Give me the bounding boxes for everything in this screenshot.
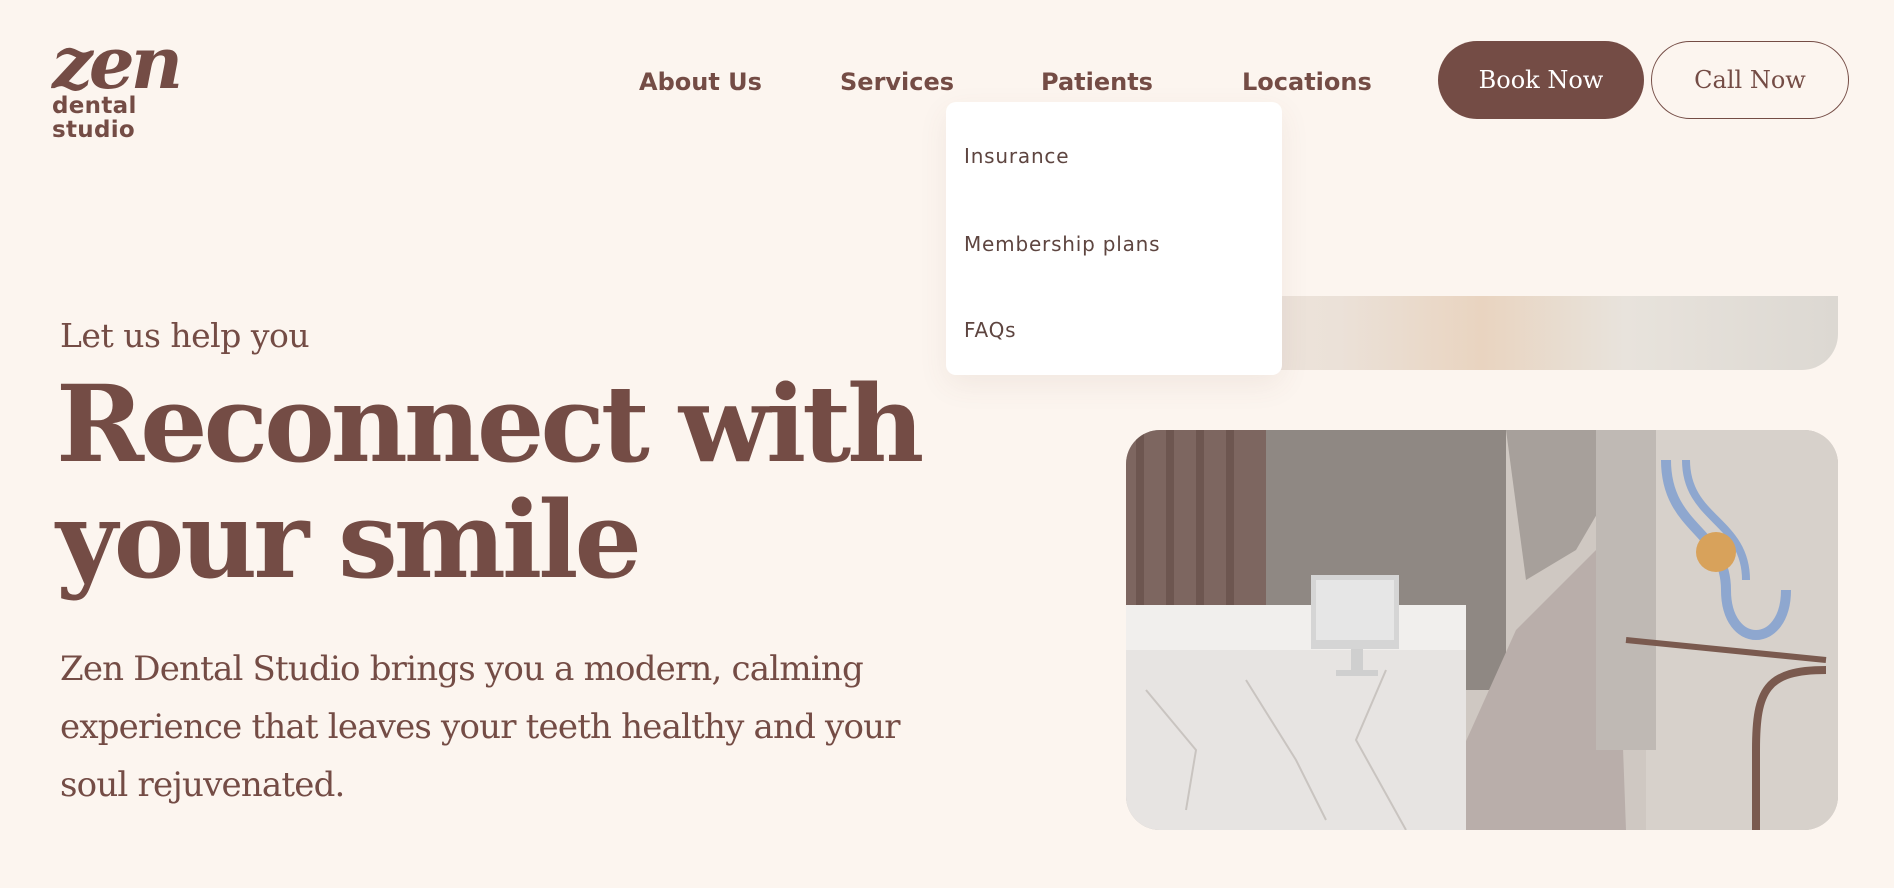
hero-lead-paragraph: Zen Dental Studio brings you a modern, c… (60, 649, 900, 805)
hero-next-paragraph-cutoff (60, 872, 960, 888)
partial-text-line (60, 872, 960, 888)
nav-item-about-us[interactable]: About Us (639, 68, 762, 96)
reception-illustration (1126, 430, 1838, 830)
logo[interactable]: zen dental studio (52, 20, 222, 143)
hero-headline-line-1: Reconnect with (56, 361, 924, 486)
patients-dropdown-menu: Insurance Membership plans FAQs (946, 102, 1282, 375)
nav-item-services[interactable]: Services (840, 68, 954, 96)
hero-headline: Reconnect with your smile (56, 366, 956, 598)
call-now-button[interactable]: Call Now (1651, 41, 1849, 119)
dropdown-item-faqs[interactable]: FAQs (964, 318, 1016, 342)
nav-item-locations[interactable]: Locations (1242, 68, 1372, 96)
hero-eyebrow: Let us help you (60, 316, 310, 355)
logo-mark: zen (52, 20, 183, 105)
dropdown-item-membership-plans[interactable]: Membership plans (964, 232, 1160, 256)
dropdown-item-insurance[interactable]: Insurance (964, 144, 1069, 168)
nav-item-patients[interactable]: Patients (1041, 68, 1153, 96)
book-now-button[interactable]: Book Now (1438, 41, 1644, 119)
hero-headline-line-2: your smile (56, 477, 642, 602)
clinic-reception-photo (1126, 430, 1838, 830)
